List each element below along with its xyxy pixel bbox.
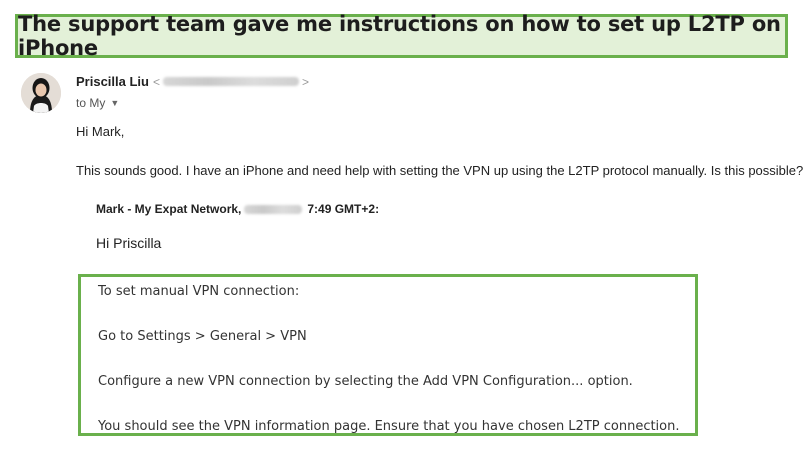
- quoted-header: Mark - My Expat Network, 7:49 GMT+2:: [96, 202, 379, 216]
- title-banner: The support team gave me instructions on…: [15, 12, 788, 60]
- sender-avatar[interactable]: [21, 73, 61, 113]
- sender-name: Priscilla Liu: [76, 74, 149, 89]
- sender-email-redacted: < >: [153, 75, 309, 89]
- banner-title: The support team gave me instructions on…: [18, 12, 781, 60]
- redacted-email: [163, 77, 299, 86]
- instructions-box: To set manual VPN connection: Go to Sett…: [78, 274, 698, 436]
- instruction-line: Go to Settings > General > VPN: [98, 329, 307, 344]
- recipient-label: to My: [76, 96, 106, 110]
- redacted-date: [244, 204, 303, 214]
- email-body: This sounds good. I have an iPhone and n…: [76, 163, 804, 178]
- instruction-line: You should see the VPN information page.…: [98, 419, 680, 434]
- instruction-line: Configure a new VPN connection by select…: [98, 374, 633, 389]
- avatar-image: [21, 73, 61, 113]
- quoted-time: 7:49 GMT+2:: [307, 202, 380, 216]
- recipient-line[interactable]: to My ▼: [76, 96, 119, 110]
- sender-line: Priscilla Liu < >: [76, 74, 309, 89]
- email-bracket-open: <: [152, 74, 160, 89]
- email-bracket-close: >: [302, 74, 310, 89]
- chevron-down-icon[interactable]: ▼: [110, 98, 119, 108]
- email-greeting: Hi Mark,: [76, 124, 125, 139]
- instruction-line: To set manual VPN connection:: [98, 284, 300, 299]
- quoted-greeting: Hi Priscilla: [96, 235, 162, 251]
- quoted-sender: Mark - My Expat Network,: [96, 202, 242, 216]
